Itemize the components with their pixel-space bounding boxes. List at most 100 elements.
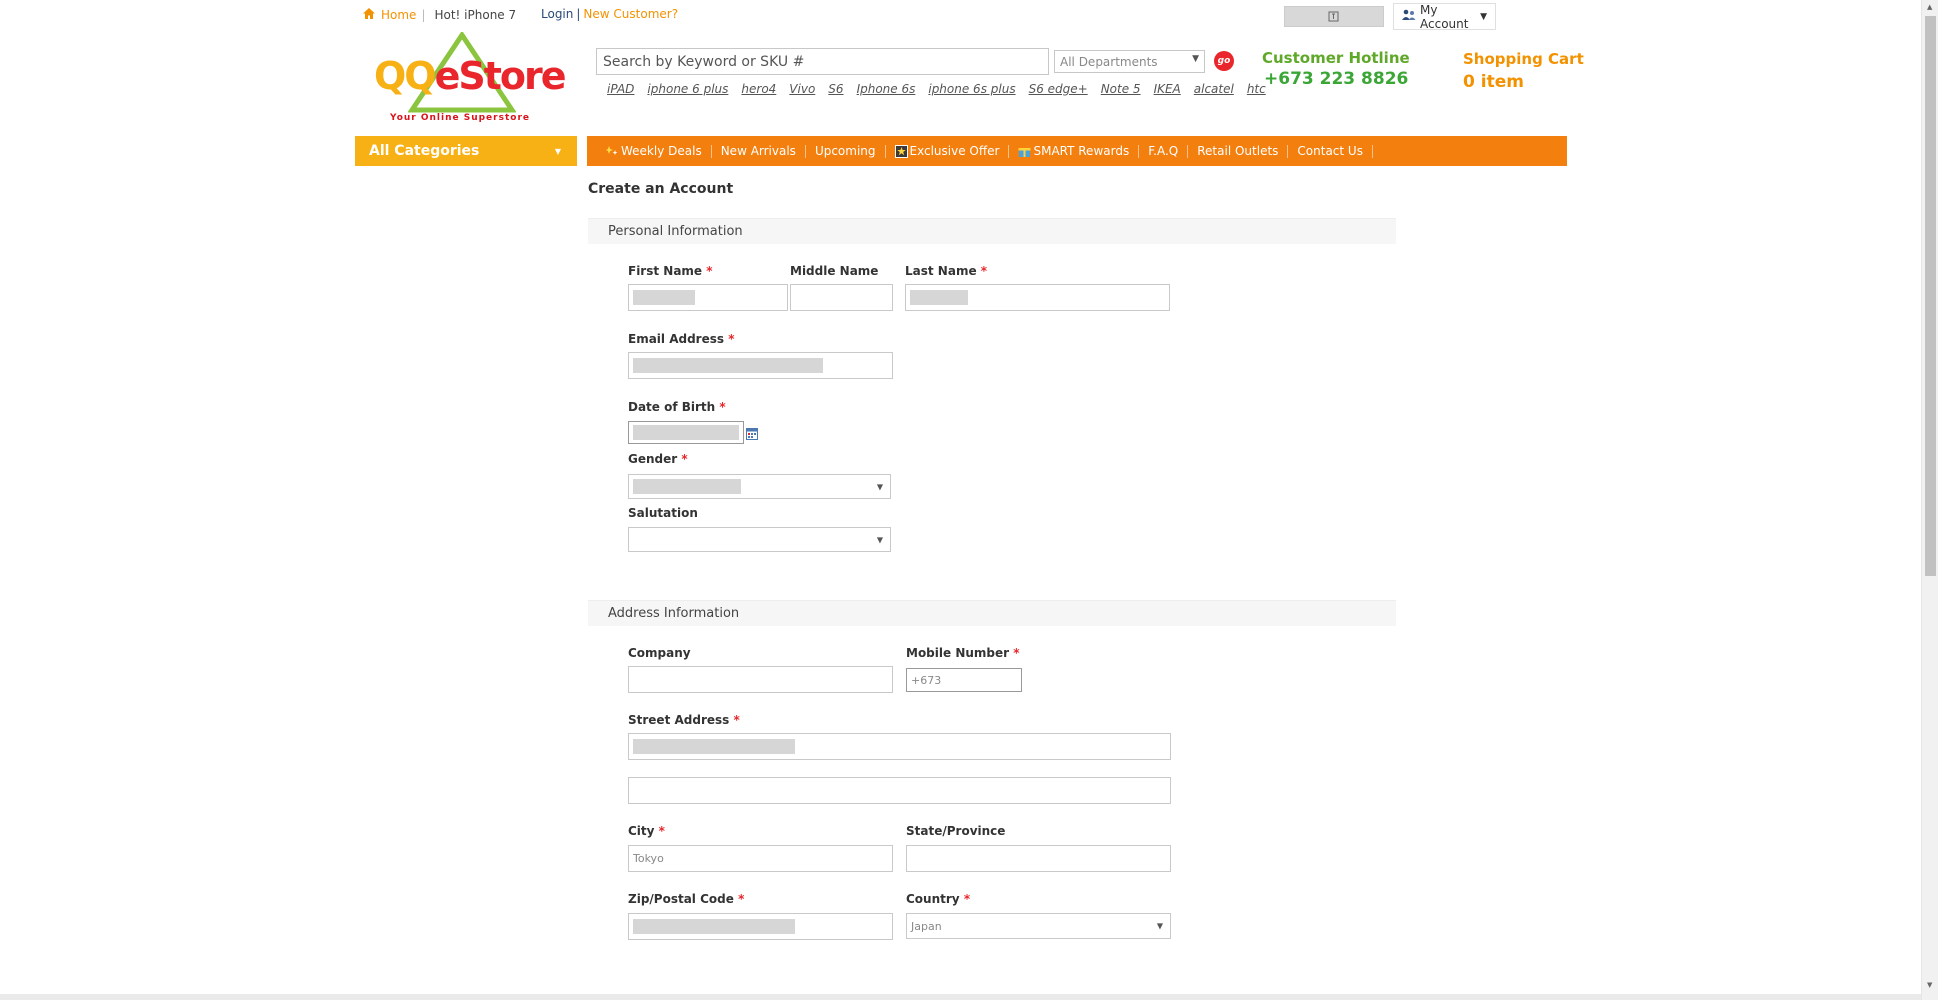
nav-faq[interactable]: F.A.Q bbox=[1139, 144, 1189, 158]
required-mark: * bbox=[658, 824, 665, 838]
mobile-prefix: +673 bbox=[911, 673, 942, 687]
quicklink[interactable]: iPAD bbox=[607, 82, 634, 96]
hotline-number: +673 223 8826 bbox=[1264, 69, 1409, 89]
go-button[interactable]: go bbox=[1214, 51, 1234, 71]
department-select[interactable]: All Departments ▼ bbox=[1054, 50, 1205, 73]
redacted-value bbox=[633, 739, 795, 754]
search-input[interactable]: Search by Keyword or SKU # bbox=[596, 48, 1049, 75]
auth-links: Login | New Customer? bbox=[541, 7, 678, 21]
middle-name-field[interactable] bbox=[790, 284, 893, 311]
nav-smart-rewards[interactable]: SMART Rewards bbox=[1009, 143, 1140, 158]
quicklink[interactable]: S6 bbox=[828, 82, 843, 96]
label-text: Gender bbox=[628, 452, 678, 466]
mobile-field[interactable]: +673 bbox=[906, 668, 1022, 692]
label-text: Country bbox=[906, 892, 960, 906]
required-mark: * bbox=[706, 264, 713, 278]
nav-label: SMART Rewards bbox=[1033, 143, 1130, 158]
salutation-select[interactable]: ▼ bbox=[628, 527, 891, 552]
nav-exclusive-offer[interactable]: Exclusive Offer bbox=[886, 144, 1010, 158]
star-badge-icon bbox=[894, 145, 908, 158]
gender-select[interactable]: ▼ bbox=[628, 474, 891, 499]
chevron-down-icon: ▼ bbox=[554, 146, 561, 156]
login-link[interactable]: Login bbox=[541, 7, 573, 21]
quicklink[interactable]: hero4 bbox=[741, 82, 776, 96]
label-text: Street Address bbox=[628, 713, 730, 727]
zip-field[interactable] bbox=[628, 913, 893, 940]
dob-label: Date of Birth * bbox=[628, 400, 726, 414]
nav-label: Retail Outlets bbox=[1197, 143, 1279, 158]
quicklink[interactable]: IKEA bbox=[1154, 82, 1181, 96]
required-mark: * bbox=[980, 264, 988, 278]
label-text: City bbox=[628, 824, 655, 838]
dob-field[interactable] bbox=[628, 421, 744, 444]
quicklink[interactable]: iphone 6 plus bbox=[647, 82, 728, 96]
city-field[interactable]: Tokyo bbox=[628, 845, 893, 872]
nav-label: Contact Us bbox=[1297, 143, 1363, 158]
required-mark: * bbox=[719, 400, 726, 414]
my-account-label: My Account bbox=[1420, 2, 1469, 31]
scroll-thumb[interactable] bbox=[1925, 16, 1936, 576]
divider: | bbox=[421, 8, 426, 22]
street-line2-field[interactable] bbox=[628, 777, 1171, 804]
logo-tagline: Your Online Superstore bbox=[390, 113, 530, 123]
label-text: Mobile Number bbox=[906, 646, 1010, 660]
scroll-up-arrow-icon[interactable]: ▲ bbox=[1927, 3, 1932, 11]
country-select[interactable]: Japan ▼ bbox=[906, 913, 1171, 939]
popular-searches: iPAD iphone 6 plus hero4 Vivo S6 Iphone … bbox=[607, 82, 1266, 96]
my-account-menu[interactable]: My Account ▼ bbox=[1393, 2, 1496, 31]
street-label: Street Address * bbox=[628, 713, 740, 727]
nav-divider bbox=[1373, 145, 1379, 158]
nav-new-arrivals[interactable]: New Arrivals bbox=[712, 144, 806, 158]
all-categories-label: All Categories bbox=[369, 143, 480, 159]
shopping-cart-link[interactable]: Shopping Cart bbox=[1463, 50, 1584, 68]
cart-count[interactable]: 0 item bbox=[1463, 72, 1524, 92]
last-name-field[interactable] bbox=[905, 284, 1170, 311]
language-selector[interactable] bbox=[1284, 6, 1384, 27]
label-text: Email Address bbox=[628, 332, 725, 346]
redacted-value bbox=[633, 479, 741, 494]
label-text: Zip/Postal Code bbox=[628, 892, 734, 906]
quicklink[interactable]: Iphone 6s bbox=[857, 82, 916, 96]
nav-upcoming[interactable]: Upcoming bbox=[806, 144, 886, 158]
bottom-edge bbox=[0, 994, 1921, 1000]
new-customer-link[interactable]: New Customer? bbox=[583, 7, 678, 21]
quicklink[interactable]: Vivo bbox=[789, 82, 815, 96]
nav-label: Weekly Deals bbox=[621, 143, 702, 158]
hot-iphone-link[interactable]: Hot! iPhone 7 bbox=[434, 8, 516, 22]
flag-icon bbox=[1328, 7, 1340, 26]
quicklink[interactable]: S6 edge+ bbox=[1029, 82, 1088, 96]
middle-name-label: Middle Name bbox=[790, 264, 879, 278]
main-nav: Weekly Deals New Arrivals Upcoming Exclu… bbox=[587, 136, 1567, 166]
all-categories-button[interactable]: All Categories ▼ bbox=[355, 136, 577, 166]
state-label: State/Province bbox=[906, 824, 1006, 838]
first-name-field[interactable] bbox=[628, 284, 788, 311]
vertical-scrollbar[interactable]: ▲ ▼ bbox=[1921, 0, 1938, 1000]
calendar-icon[interactable] bbox=[746, 425, 758, 444]
quicklink[interactable]: Note 5 bbox=[1101, 82, 1141, 96]
company-field[interactable] bbox=[628, 666, 893, 693]
nav-contact-us[interactable]: Contact Us bbox=[1288, 143, 1373, 158]
quicklink[interactable]: alcatel bbox=[1194, 82, 1234, 96]
quicklink[interactable]: iphone 6s plus bbox=[928, 82, 1015, 96]
scroll-down-arrow-icon[interactable]: ▼ bbox=[1927, 981, 1932, 989]
gift-icon bbox=[1018, 145, 1031, 157]
label-text: Last Name bbox=[905, 264, 977, 278]
state-field[interactable] bbox=[906, 845, 1171, 872]
street-line1-field[interactable] bbox=[628, 733, 1171, 760]
home-link[interactable]: Home bbox=[381, 8, 416, 22]
chevron-down-icon: ▼ bbox=[876, 482, 883, 491]
quicklink[interactable]: htc bbox=[1247, 82, 1266, 96]
nav-retail-outlets[interactable]: Retail Outlets bbox=[1188, 143, 1289, 158]
nav-weekly-deals[interactable]: Weekly Deals bbox=[597, 143, 712, 158]
redacted-value bbox=[633, 290, 695, 305]
store-logo[interactable]: QQeStore Your Online Superstore bbox=[372, 32, 567, 126]
salutation-label: Salutation bbox=[628, 506, 698, 520]
gender-label: Gender * bbox=[628, 452, 688, 466]
email-field[interactable] bbox=[628, 352, 893, 379]
page-title: Create an Account bbox=[588, 181, 734, 197]
city-value: Tokyo bbox=[633, 852, 664, 865]
personal-info-header: Personal Information bbox=[588, 218, 1396, 244]
home-icon[interactable] bbox=[362, 7, 376, 23]
redacted-value bbox=[633, 358, 823, 373]
divider: | bbox=[576, 7, 581, 21]
